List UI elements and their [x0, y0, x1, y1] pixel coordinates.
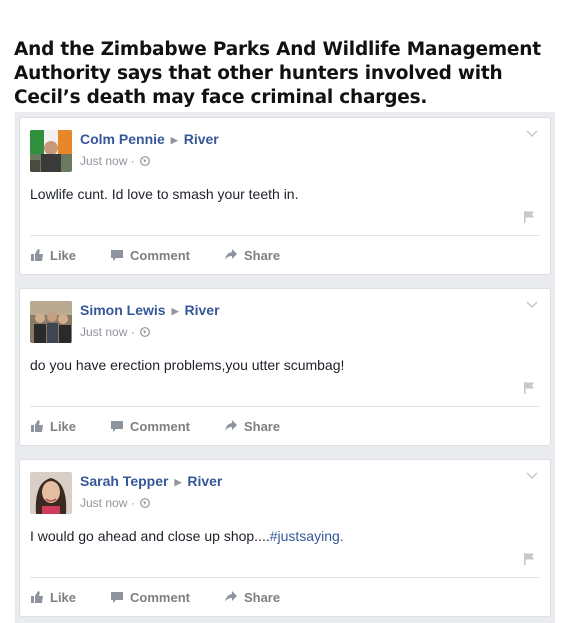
chevron-down-icon[interactable]	[526, 128, 538, 138]
arrow-right-icon: ▶	[170, 135, 178, 145]
target-page-link[interactable]: River	[184, 131, 219, 147]
comment-button[interactable]: Comment	[110, 590, 190, 605]
globe-icon	[140, 498, 150, 508]
comment-label: Comment	[130, 589, 190, 605]
share-label: Share	[243, 418, 281, 434]
post-author-line: Sarah Tepper ▶ River	[80, 473, 222, 489]
thumbs-up-icon	[31, 420, 43, 432]
divider	[30, 406, 540, 407]
post-author-line: Simon Lewis ▶ River	[80, 302, 220, 318]
globe-icon	[140, 156, 150, 166]
post-card: Sarah Tepper ▶ River Just now · I would go…	[19, 459, 551, 617]
chevron-down-icon[interactable]	[526, 470, 538, 480]
hashtag-link[interactable]: #justsaying.	[270, 528, 344, 544]
divider	[30, 235, 540, 236]
thumbs-up-icon	[31, 249, 43, 261]
divider	[30, 577, 540, 578]
headline: And the Zimbabwe Parks And Wildlife Mana…	[14, 39, 541, 108]
post-card: Colm Pennie ▶ River Just now · Lowlife cun…	[19, 117, 551, 275]
thumbs-up-icon	[31, 591, 43, 603]
post-card: Simon Lewis ▶ River Just now · do you have…	[19, 288, 551, 446]
post-meta: Just now ·	[80, 325, 150, 339]
timestamp-link[interactable]: Just now ·	[80, 154, 135, 168]
author-name-link[interactable]: Simon Lewis	[80, 302, 166, 318]
author-name-link[interactable]: Colm Pennie	[80, 131, 165, 147]
flag-icon[interactable]	[522, 210, 536, 224]
like-button[interactable]: Like	[30, 248, 76, 263]
avatar[interactable]	[30, 301, 72, 343]
avatar[interactable]	[30, 472, 72, 514]
like-button[interactable]: Like	[30, 590, 76, 605]
share-arrow-icon	[224, 591, 237, 602]
arrow-right-icon: ▶	[171, 306, 179, 316]
comment-icon	[111, 592, 124, 603]
comment-label: Comment	[130, 418, 190, 434]
comment-feed: Colm Pennie ▶ River Just now · Lowlife cun…	[15, 112, 555, 623]
globe-icon	[140, 327, 150, 337]
chevron-down-icon[interactable]	[526, 299, 538, 309]
share-button[interactable]: Share	[224, 248, 280, 263]
timestamp-link[interactable]: Just now ·	[80, 325, 135, 339]
share-arrow-icon	[224, 420, 237, 431]
flag-icon[interactable]	[522, 552, 536, 566]
post-author-line: Colm Pennie ▶ River	[80, 131, 219, 147]
author-name-link[interactable]: Sarah Tepper	[80, 473, 168, 489]
flag-icon[interactable]	[522, 381, 536, 395]
share-arrow-icon	[224, 249, 237, 260]
comment-label: Comment	[130, 247, 190, 263]
post-actions: Like Comment Share	[30, 585, 314, 609]
post-actions: Like Comment Share	[30, 414, 314, 438]
target-page-link[interactable]: River	[187, 473, 222, 489]
post-meta: Just now ·	[80, 154, 150, 168]
comment-button[interactable]: Comment	[110, 419, 190, 434]
post-text: do you have erection problems,you utter …	[30, 357, 345, 373]
comment-button[interactable]: Comment	[110, 248, 190, 263]
like-label: Like	[50, 418, 77, 434]
post-meta: Just now ·	[80, 496, 150, 510]
post-text: Lowlife cunt. Id love to smash your teet…	[30, 186, 299, 202]
share-label: Share	[243, 247, 281, 263]
post-text: I would go ahead and close up shop....#j…	[30, 528, 344, 544]
avatar[interactable]	[30, 130, 72, 172]
post-text-body: I would go ahead and close up shop....	[30, 528, 270, 544]
share-button[interactable]: Share	[224, 419, 280, 434]
arrow-right-icon: ▶	[174, 477, 182, 487]
target-page-link[interactable]: River	[185, 302, 220, 318]
post-actions: Like Comment Share	[30, 243, 314, 267]
timestamp-link[interactable]: Just now ·	[80, 496, 135, 510]
comment-icon	[111, 421, 124, 432]
like-button[interactable]: Like	[30, 419, 76, 434]
like-label: Like	[50, 247, 77, 263]
share-label: Share	[243, 589, 281, 605]
like-label: Like	[50, 589, 77, 605]
comment-icon	[111, 250, 124, 261]
share-button[interactable]: Share	[224, 590, 280, 605]
